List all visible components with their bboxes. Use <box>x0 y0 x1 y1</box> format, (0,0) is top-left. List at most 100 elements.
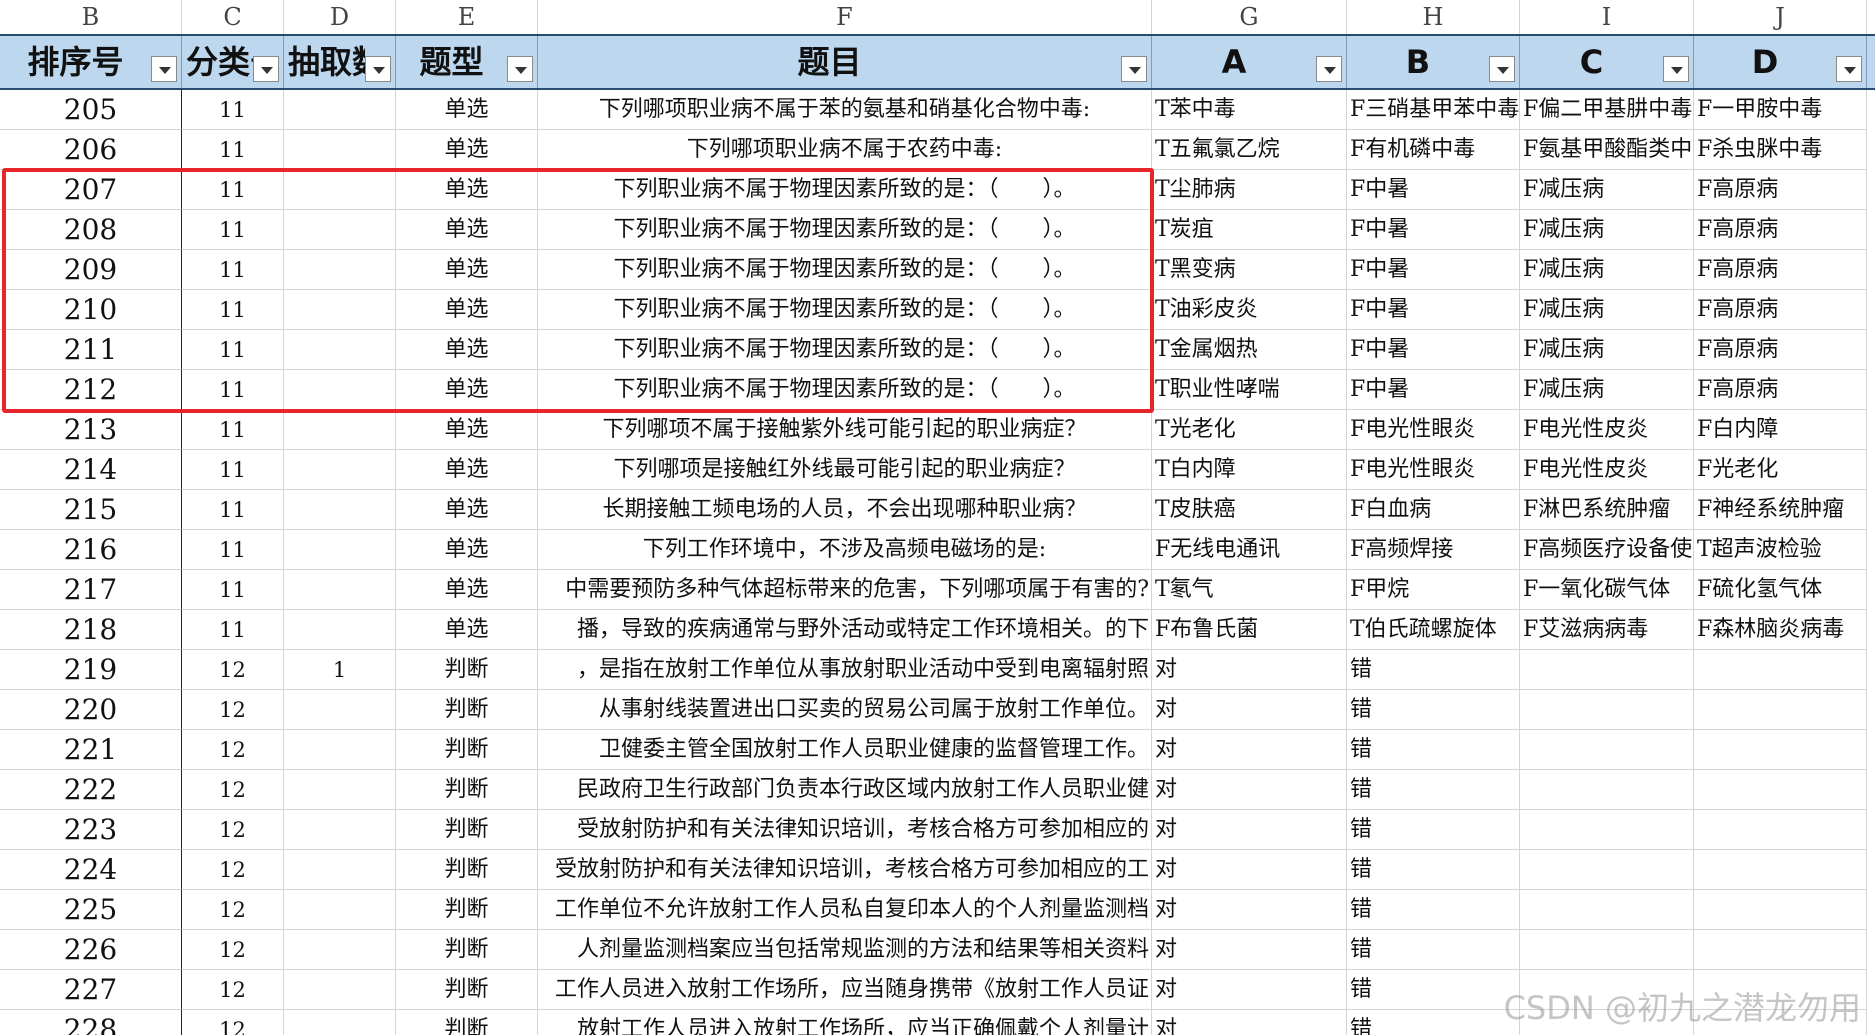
cell-option-b[interactable]: F中暑 <box>1347 370 1520 410</box>
cell-category[interactable]: 11 <box>182 290 284 330</box>
cell-question[interactable]: 下列职业病不属于物理因素所致的是：（ ）。 <box>538 370 1152 410</box>
cell-draw-count[interactable] <box>284 890 396 930</box>
cell-option-d[interactable]: F白内障 <box>1694 410 1867 450</box>
cell-category[interactable]: 11 <box>182 210 284 250</box>
cell-option-a[interactable]: T炭疽 <box>1152 210 1347 250</box>
cell-question-type[interactable]: 单选 <box>396 530 538 570</box>
cell-category[interactable]: 11 <box>182 370 284 410</box>
cell-option-a[interactable]: F布鲁氏菌 <box>1152 610 1347 650</box>
column-letter-c[interactable]: C <box>182 0 284 34</box>
cell-option-c[interactable]: F减压病 <box>1520 210 1694 250</box>
cell-serial-number[interactable]: 212 <box>0 370 182 410</box>
cell-question[interactable]: 人剂量监测档案应当包括常规监测的方法和结果等相关资料 <box>538 930 1152 970</box>
filter-dropdown-icon[interactable] <box>1489 56 1515 82</box>
cell-option-d[interactable] <box>1694 650 1867 690</box>
cell-option-b[interactable]: F高频焊接 <box>1347 530 1520 570</box>
cell-serial-number[interactable]: 218 <box>0 610 182 650</box>
column-letter-b[interactable]: B <box>0 0 182 34</box>
cell-option-d[interactable]: F光老化 <box>1694 450 1867 490</box>
cell-option-d[interactable]: F高原病 <box>1694 290 1867 330</box>
cell-option-d[interactable] <box>1694 1010 1867 1035</box>
cell-serial-number[interactable]: 205 <box>0 90 182 130</box>
cell-question[interactable]: 受放射防护和有关法律知识培训，考核合格方可参加相应的 <box>538 810 1152 850</box>
cell-option-d[interactable] <box>1694 890 1867 930</box>
cell-serial-number[interactable]: 211 <box>0 330 182 370</box>
cell-option-a[interactable]: T金属烟热 <box>1152 330 1347 370</box>
cell-question-type[interactable]: 判断 <box>396 970 538 1010</box>
cell-option-a[interactable]: 对 <box>1152 690 1347 730</box>
cell-option-d[interactable]: F一甲胺中毒 <box>1694 90 1867 130</box>
cell-category[interactable]: 12 <box>182 690 284 730</box>
cell-serial-number[interactable]: 219 <box>0 650 182 690</box>
cell-question-type[interactable]: 单选 <box>396 170 538 210</box>
cell-question[interactable]: 下列哪项职业病不属于苯的氨基和硝基化合物中毒: <box>538 90 1152 130</box>
cell-draw-count[interactable] <box>284 970 396 1010</box>
cell-question-type[interactable]: 判断 <box>396 1010 538 1035</box>
cell-question[interactable]: 下列哪项是接触红外线最可能引起的职业病症？ <box>538 450 1152 490</box>
cell-draw-count[interactable]: 1 <box>284 650 396 690</box>
cell-serial-number[interactable]: 222 <box>0 770 182 810</box>
cell-question-type[interactable]: 判断 <box>396 730 538 770</box>
filter-dropdown-icon[interactable] <box>1663 56 1689 82</box>
cell-question[interactable]: ，是指在放射工作单位从事放射职业活动中受到电离辐射照 <box>538 650 1152 690</box>
header-cell-idx[interactable]: 排序号 <box>0 36 182 88</box>
cell-category[interactable]: 12 <box>182 730 284 770</box>
header-cell-draw[interactable]: 抽取数 <box>284 36 396 88</box>
cell-draw-count[interactable] <box>284 730 396 770</box>
cell-question[interactable]: 民政府卫生行政部门负责本行政区域内放射工作人员职业健 <box>538 770 1152 810</box>
cell-question-type[interactable]: 判断 <box>396 930 538 970</box>
cell-serial-number[interactable]: 216 <box>0 530 182 570</box>
cell-serial-number[interactable]: 215 <box>0 490 182 530</box>
cell-option-b[interactable]: 错 <box>1347 850 1520 890</box>
cell-category[interactable]: 11 <box>182 250 284 290</box>
column-letter-e[interactable]: E <box>396 0 538 34</box>
cell-draw-count[interactable] <box>284 690 396 730</box>
cell-question[interactable]: 放射工作人员进入放射工作场所，应当正确佩戴个人剂量计 <box>538 1010 1152 1035</box>
cell-option-d[interactable]: F杀虫脒中毒 <box>1694 130 1867 170</box>
cell-question[interactable]: 长期接触工频电场的人员，不会出现哪种职业病？ <box>538 490 1152 530</box>
cell-question-type[interactable]: 判断 <box>396 850 538 890</box>
cell-option-c[interactable] <box>1520 730 1694 770</box>
cell-option-b[interactable]: 错 <box>1347 1010 1520 1035</box>
cell-option-b[interactable]: 错 <box>1347 930 1520 970</box>
cell-question[interactable]: 受放射防护和有关法律知识培训，考核合格方可参加相应的工 <box>538 850 1152 890</box>
cell-category[interactable]: 11 <box>182 490 284 530</box>
cell-draw-count[interactable] <box>284 490 396 530</box>
filter-dropdown-icon[interactable] <box>365 56 391 82</box>
cell-question-type[interactable]: 单选 <box>396 90 538 130</box>
cell-option-c[interactable]: F偏二甲基肼中毒 <box>1520 90 1694 130</box>
cell-question-type[interactable]: 判断 <box>396 770 538 810</box>
cell-serial-number[interactable]: 225 <box>0 890 182 930</box>
header-cell-c[interactable]: C <box>1520 36 1694 88</box>
cell-draw-count[interactable] <box>284 290 396 330</box>
cell-option-c[interactable] <box>1520 1010 1694 1035</box>
cell-question-type[interactable]: 单选 <box>396 490 538 530</box>
cell-option-b[interactable]: F中暑 <box>1347 330 1520 370</box>
cell-category[interactable]: 12 <box>182 930 284 970</box>
cell-option-a[interactable]: F无线电通讯 <box>1152 530 1347 570</box>
filter-dropdown-icon[interactable] <box>253 56 279 82</box>
cell-option-b[interactable]: 错 <box>1347 690 1520 730</box>
cell-option-b[interactable]: F三硝基甲苯中毒 <box>1347 90 1520 130</box>
cell-serial-number[interactable]: 221 <box>0 730 182 770</box>
cell-option-b[interactable]: F中暑 <box>1347 210 1520 250</box>
cell-draw-count[interactable] <box>284 410 396 450</box>
cell-question-type[interactable]: 单选 <box>396 250 538 290</box>
cell-option-a[interactable]: 对 <box>1152 730 1347 770</box>
header-cell-d[interactable]: D <box>1694 36 1867 88</box>
cell-serial-number[interactable]: 223 <box>0 810 182 850</box>
cell-option-b[interactable]: 错 <box>1347 890 1520 930</box>
cell-option-b[interactable]: 错 <box>1347 650 1520 690</box>
header-cell-b[interactable]: B <box>1347 36 1520 88</box>
cell-option-d[interactable] <box>1694 850 1867 890</box>
cell-category[interactable]: 11 <box>182 570 284 610</box>
cell-question[interactable]: 下列职业病不属于物理因素所致的是：（ ）。 <box>538 250 1152 290</box>
column-letter-f[interactable]: F <box>538 0 1152 34</box>
cell-category[interactable]: 12 <box>182 850 284 890</box>
cell-question-type[interactable]: 单选 <box>396 450 538 490</box>
cell-option-b[interactable]: F电光性眼炎 <box>1347 450 1520 490</box>
cell-option-d[interactable]: F高原病 <box>1694 170 1867 210</box>
column-letter-g[interactable]: G <box>1152 0 1347 34</box>
cell-serial-number[interactable]: 217 <box>0 570 182 610</box>
cell-question[interactable]: 下列职业病不属于物理因素所致的是：（ ）。 <box>538 170 1152 210</box>
